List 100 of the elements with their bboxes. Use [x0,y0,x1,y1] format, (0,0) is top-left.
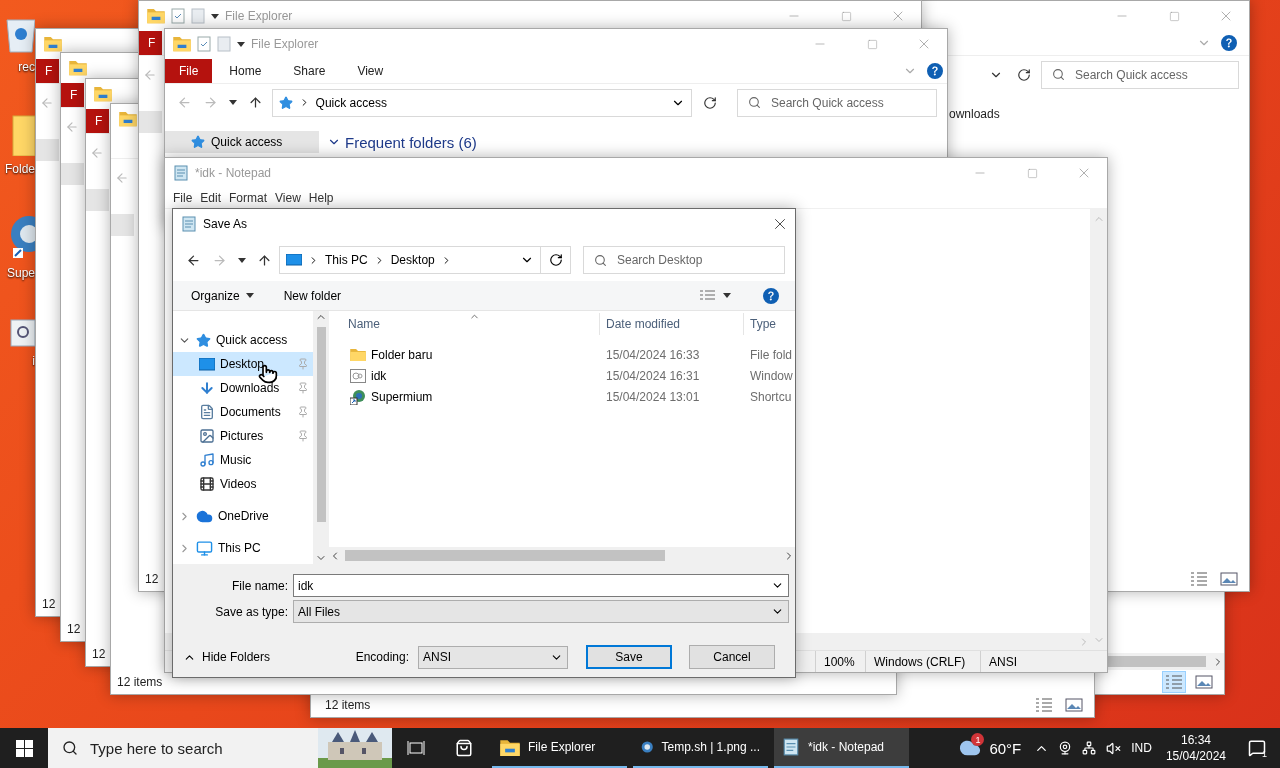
search-icon [1052,68,1065,81]
address-bar[interactable]: This PC Desktop [279,246,571,274]
menu-item[interactable]: Help [304,191,338,205]
organize-button[interactable]: Organize [183,282,262,309]
ribbon-tab[interactable]: View [342,59,399,83]
hide-folders-button[interactable]: Hide Folders [183,650,271,664]
nav-tree-item[interactable]: Documents [173,400,313,424]
help-icon[interactable] [1221,35,1237,51]
ribbon-tab[interactable]: Home [214,59,277,83]
search-icon [594,253,607,267]
nav-tree-item[interactable]: OneDrive [173,504,313,528]
address-bar[interactable]: Quick access [271,88,692,117]
taskbar-app-button[interactable]: Temp.sh | 1.png ... [633,728,768,768]
nav-tree-item[interactable]: Desktop [173,352,313,376]
refresh-icon [703,95,718,110]
file-tab[interactable]: F [139,31,162,55]
download-icon [199,380,215,396]
new-folder-button[interactable]: New folder [275,282,350,309]
breadcrumb-item[interactable]: Desktop [390,253,435,267]
status-text: 12 [92,647,106,661]
file-tab[interactable]: F [36,59,59,83]
search-field[interactable]: Search Quick access [1041,60,1239,89]
back-icon [90,145,104,160]
file-name[interactable]: Folder baru [329,347,599,362]
horizontal-scrollbar[interactable] [329,547,795,564]
breadcrumb-item[interactable]: This PC [325,253,368,267]
status-text: 100% [815,651,865,672]
scrollbar-thumb[interactable] [345,550,665,561]
star-icon [278,95,293,110]
file-name[interactable]: Supermium [329,388,599,405]
back-icon [115,170,129,185]
volume-muted-icon [1105,740,1121,756]
nav-tree-item[interactable]: Videos [173,472,313,496]
sidebar-item[interactable]: Quick access [165,131,319,153]
caret-icon [237,257,246,263]
properties-icon [197,36,211,52]
language-indicator[interactable]: IND [1125,741,1158,755]
clock[interactable]: 16:34 15/04/2024 [1157,732,1234,764]
date-modified: 15/04/2024 16:31 [605,368,701,383]
nav-tree-item[interactable]: Downloads [173,376,313,400]
search-field[interactable]: Search Desktop [583,246,785,274]
menu-item[interactable]: File [169,191,197,205]
scrollbar-thumb[interactable] [316,327,326,522]
star-icon [196,332,211,348]
document-icon [199,404,215,420]
date-modified: 15/04/2024 16:33 [605,347,701,362]
large-icons-icon [1195,674,1213,690]
notepad-icon [181,216,197,232]
film-icon [199,476,215,492]
vertical-scrollbar[interactable] [313,311,329,564]
notepad-icon [173,165,189,181]
menu-item[interactable]: View [271,191,305,205]
file-tab[interactable]: File [165,59,213,83]
music-icon [199,452,215,468]
folder-icon [147,8,165,24]
maximize-icon [1026,167,1038,179]
help-icon[interactable] [763,287,779,304]
file-name[interactable]: idk [329,368,599,383]
help-icon[interactable] [927,63,943,79]
vertical-scrollbar[interactable] [1090,209,1107,650]
taskbar-app-button[interactable]: File Explorer [492,728,627,768]
back-icon [143,67,157,82]
cancel-button[interactable]: Cancel [689,645,775,669]
save-button[interactable]: Save [586,645,672,669]
menu-item[interactable]: Format [225,191,272,205]
menu-item[interactable]: Edit [196,191,226,205]
details-view-button[interactable] [1162,671,1186,693]
status-text: ANSI [980,651,1107,672]
save-type-dropdown[interactable]: All Files [293,600,789,623]
file-name-field[interactable]: idk [293,574,789,597]
column-header[interactable]: Date modified [599,313,743,335]
desktop-icon [199,357,215,371]
details-icon [1035,697,1053,713]
nav-tree-item[interactable]: Quick access [173,328,313,352]
nav-tree-item[interactable]: Pictures [173,424,313,448]
search-field[interactable]: Search Quick access [737,88,937,117]
taskbar-search-field[interactable]: Type here to search [48,728,392,768]
column-header[interactable]: Type [743,313,795,335]
file-tab[interactable]: F [86,109,109,133]
column-header[interactable]: Name [329,313,599,335]
new-folder-icon [191,8,205,24]
nav-tree-item[interactable]: This PC [173,536,313,560]
back-icon [177,95,193,110]
section-header[interactable]: Frequent folders (6) [319,131,477,153]
status-text: 12 [42,597,56,611]
date-modified: 15/04/2024 13:01 [605,389,701,404]
encoding-dropdown[interactable]: ANSI [418,645,568,669]
folder-icon [500,738,520,756]
ribbon-tab[interactable]: Share [278,59,341,83]
caret-icon [723,293,731,298]
taskbar-app-button[interactable]: *idk - Notepad [774,728,909,768]
shortcut-icon [350,388,366,405]
back-icon [40,95,54,110]
file-tab[interactable]: F [61,83,84,107]
task-view-icon [407,740,425,756]
nav-tree-item[interactable]: Music [173,448,313,472]
sidebar-highlight [36,139,59,161]
details-icon [1165,674,1183,690]
file-type: File fold [749,347,794,362]
field-label: Encoding: [355,650,409,664]
